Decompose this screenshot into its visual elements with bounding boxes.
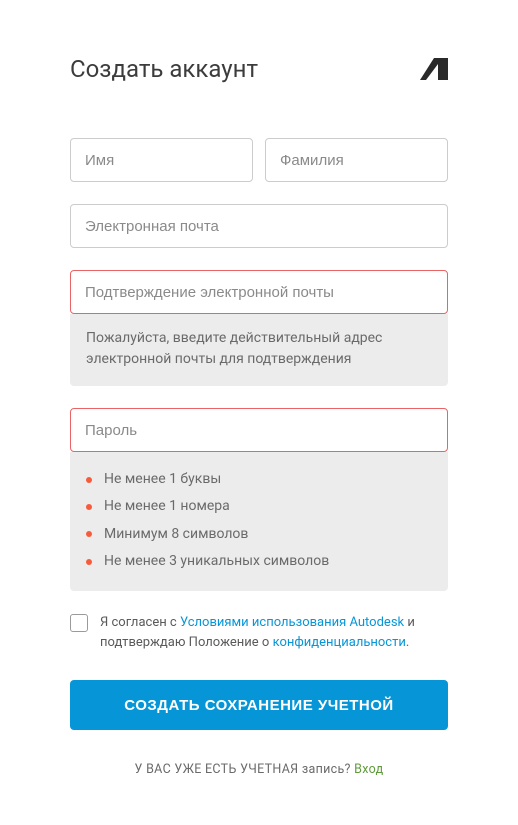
email-confirm-group: Пожалуйста, введите действительный адрес… [70,270,448,386]
agree-text: Я согласен с Условиями использования Aut… [100,613,448,652]
rule-dot-icon [86,559,92,565]
email-confirm-error-hint: Пожалуйста, введите действительный адрес… [70,314,448,386]
rule-dot-icon [86,504,92,510]
email-confirm-field[interactable] [70,270,448,314]
rule-dot-icon [86,477,92,483]
password-rule-text: Не менее 3 уникальных символов [104,548,329,575]
password-rule-text: Не менее 1 буквы [104,466,221,493]
password-rule: Минимум 8 символов [86,521,432,548]
first-name-field[interactable] [70,138,253,182]
email-group [70,204,448,248]
form-header: Создать аккаунт [70,55,448,83]
rule-dot-icon [86,531,92,537]
signin-footer: У ВАС УЖЕ ЕСТЬ УЧЕТНАЯ запись? Вход [70,762,448,777]
password-rule: Не менее 1 буквы [86,466,432,493]
autodesk-logo-icon [420,58,448,80]
last-name-field[interactable] [265,138,448,182]
password-field[interactable] [70,408,448,452]
name-row [70,138,448,182]
password-rule: Не менее 1 номера [86,493,432,520]
email-field[interactable] [70,204,448,248]
password-rule: Не менее 3 уникальных символов [86,548,432,575]
agree-row: Я согласен с Условиями использования Aut… [70,613,448,652]
page-title: Создать аккаунт [70,55,258,83]
password-rules: Не менее 1 буквы Не менее 1 номера Миним… [70,452,448,591]
password-group: Не менее 1 буквы Не менее 1 номера Миним… [70,408,448,591]
terms-link[interactable]: Условиями использования Autodesk [180,615,404,630]
password-rule-text: Минимум 8 символов [104,521,248,548]
agree-checkbox[interactable] [70,614,88,632]
password-rule-text: Не менее 1 номера [104,493,230,520]
privacy-link[interactable]: конфиденциальности [273,635,406,650]
create-account-button[interactable]: Создать сохранение учетной [70,680,448,730]
signin-link[interactable]: Вход [354,762,383,777]
